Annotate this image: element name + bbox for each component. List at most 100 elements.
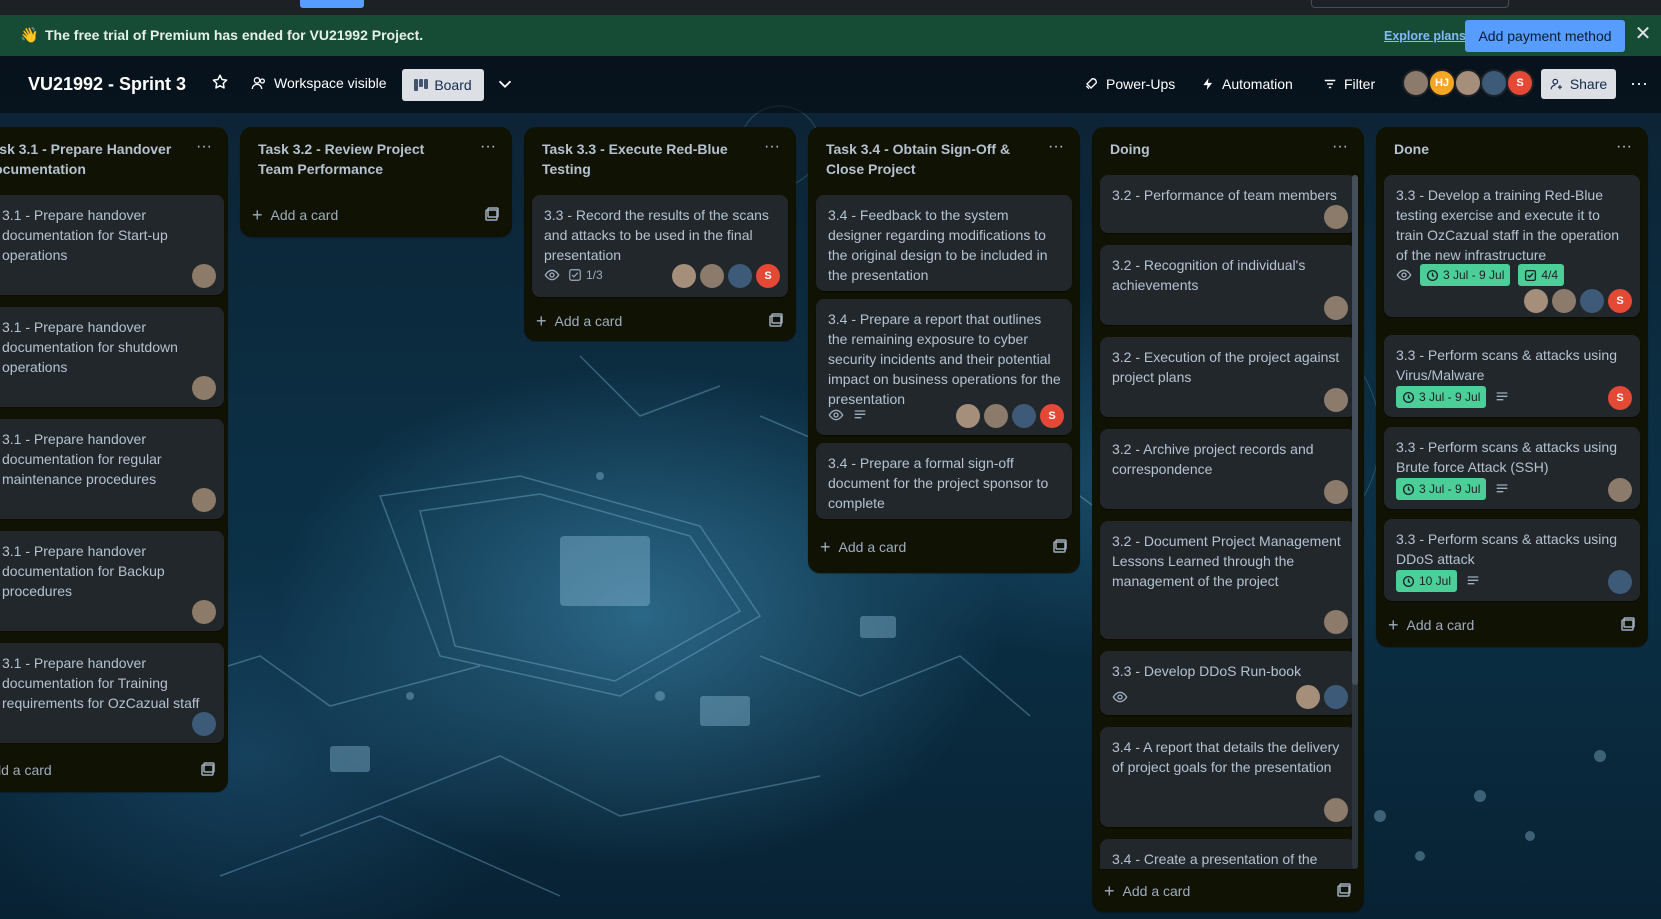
avatar[interactable]	[1324, 388, 1348, 412]
add-card-button[interactable]: Add a card	[0, 754, 52, 786]
avatar[interactable]	[1296, 685, 1320, 709]
list-item[interactable]: 3.4 - Feedback to the system designer re…	[816, 195, 1072, 291]
avatar[interactable]	[1324, 480, 1348, 504]
board-title[interactable]: VU21992 - Sprint 3	[28, 74, 186, 95]
share-button[interactable]: Share	[1541, 69, 1616, 99]
filter-button[interactable]: Filter	[1323, 68, 1375, 100]
more-icon[interactable]: ···	[760, 137, 784, 161]
list-item[interactable]: 3.2 - Performance of team members	[1100, 175, 1356, 233]
create-button[interactable]	[300, 0, 364, 8]
avatar[interactable]	[700, 264, 724, 288]
add-payment-method-button[interactable]: Add payment method	[1465, 20, 1625, 52]
list-title[interactable]: Task 3.1 - Prepare Handover Documentatio…	[0, 139, 184, 179]
more-icon[interactable]: ···	[476, 137, 500, 161]
list-item[interactable]: 3.3 - Record the results of the scans an…	[532, 195, 788, 297]
avatar[interactable]	[1454, 69, 1482, 97]
avatar[interactable]	[1324, 296, 1348, 320]
list-title[interactable]: Task 3.3 - Execute Red-Blue Testing	[542, 139, 742, 179]
avatar[interactable]: HJ	[1428, 69, 1456, 97]
list-title[interactable]: Done	[1394, 139, 1594, 159]
power-ups-button[interactable]: Power-Ups	[1083, 68, 1175, 100]
list-title[interactable]: Task 3.2 - Review Project Team Performan…	[258, 139, 458, 179]
more-icon[interactable]: ···	[1328, 137, 1352, 161]
list-item[interactable]: 3.1 - Prepare handover documentation for…	[0, 195, 224, 295]
list-item[interactable]: 3.4 - Prepare a report that outlines the…	[816, 299, 1072, 435]
list-item[interactable]: 3.3 - Perform scans & attacks using Brut…	[1384, 427, 1640, 509]
avatar[interactable]	[192, 488, 216, 512]
list-item[interactable]: 3.1 - Prepare handover documentation for…	[0, 419, 224, 519]
template-icon[interactable]	[768, 313, 784, 329]
due-date-badge[interactable]: 10 Jul	[1396, 570, 1458, 592]
list-title[interactable]: Doing	[1110, 139, 1310, 159]
avatar[interactable]: S	[1608, 386, 1632, 410]
avatar[interactable]	[1580, 289, 1604, 313]
list-item[interactable]: 3.1 - Prepare handover documentation for…	[0, 307, 224, 407]
list-item[interactable]: 3.4 - Create a presentation of the	[1100, 839, 1356, 869]
more-icon[interactable]: ···	[192, 137, 216, 161]
search-input[interactable]	[1311, 0, 1509, 8]
avatar[interactable]	[1608, 478, 1632, 502]
list-item[interactable]: 3.2 - Execution of the project against p…	[1100, 337, 1356, 417]
plus-icon: +	[536, 310, 547, 331]
avatar[interactable]	[672, 264, 696, 288]
avatar[interactable]: S	[1506, 69, 1534, 97]
list-scrollbar-thumb[interactable]	[1352, 175, 1358, 685]
avatar[interactable]: S	[1040, 404, 1064, 428]
template-icon[interactable]	[1336, 883, 1352, 899]
list-item[interactable]: 3.4 - Prepare a formal sign-off document…	[816, 443, 1072, 519]
avatar[interactable]	[192, 712, 216, 736]
explore-plans-link[interactable]: Explore plans	[1384, 29, 1466, 43]
avatar[interactable]	[1324, 610, 1348, 634]
avatar[interactable]	[1608, 570, 1632, 594]
list-item[interactable]: 3.1 - Prepare handover documentation for…	[0, 531, 224, 631]
star-icon[interactable]	[211, 73, 229, 91]
avatar[interactable]	[1324, 685, 1348, 709]
list-item[interactable]: 3.2 - Document Project Management Lesson…	[1100, 521, 1356, 639]
avatar[interactable]	[1402, 69, 1430, 97]
avatar[interactable]	[1480, 69, 1508, 97]
due-date-badge[interactable]: 3 Jul - 9 Jul	[1420, 264, 1511, 286]
list-item[interactable]: 3.3 - Perform scans & attacks using DDoS…	[1384, 519, 1640, 601]
due-date-badge[interactable]: 3 Jul - 9 Jul	[1396, 386, 1487, 408]
list-item[interactable]: 3.1 - Prepare handover documentation for…	[0, 643, 224, 743]
avatar[interactable]	[1012, 404, 1036, 428]
automation-button[interactable]: Automation	[1201, 68, 1293, 100]
list-item[interactable]: 3.3 - Develop a training Red-Blue testin…	[1384, 175, 1640, 317]
more-icon[interactable]: ···	[1612, 137, 1636, 161]
template-icon[interactable]	[1052, 539, 1068, 555]
list-item[interactable]: 3.3 - Develop DDoS Run-book	[1100, 651, 1356, 715]
list-item[interactable]: 3.4 - A report that details the delivery…	[1100, 727, 1356, 827]
add-card-button[interactable]: + Add a card	[820, 531, 906, 563]
avatar[interactable]	[728, 264, 752, 288]
template-icon[interactable]	[484, 207, 500, 223]
add-card-button[interactable]: + Add a card	[536, 305, 622, 337]
add-card-button[interactable]: + Add a card	[1388, 609, 1474, 641]
avatar[interactable]	[984, 404, 1008, 428]
more-icon[interactable]: ···	[1044, 137, 1068, 161]
list-item[interactable]: 3.2 - Recognition of individual's achiev…	[1100, 245, 1356, 325]
avatar[interactable]	[1524, 289, 1548, 313]
add-card-button[interactable]: + Add a card	[1104, 875, 1190, 907]
avatar[interactable]	[192, 376, 216, 400]
template-icon[interactable]	[1620, 617, 1636, 633]
avatar[interactable]	[1552, 289, 1576, 313]
avatar[interactable]	[1324, 798, 1348, 822]
board-view-button[interactable]: Board	[402, 69, 484, 101]
more-icon[interactable]: ···	[1626, 70, 1652, 96]
list-item[interactable]: 3.2 - Archive project records and corres…	[1100, 429, 1356, 509]
avatar[interactable]	[956, 404, 980, 428]
list-item[interactable]: 3.3 - Perform scans & attacks using Viru…	[1384, 335, 1640, 417]
visibility-button[interactable]: Workspace visible	[251, 68, 387, 98]
due-date-badge[interactable]: 3 Jul - 9 Jul	[1396, 478, 1487, 500]
avatar[interactable]: S	[756, 264, 780, 288]
add-card-button[interactable]: + Add a card	[252, 199, 338, 231]
list-title[interactable]: Task 3.4 - Obtain Sign-Off & Close Proje…	[826, 139, 1026, 179]
avatar[interactable]: S	[1608, 289, 1632, 313]
avatar[interactable]	[1324, 205, 1348, 229]
checklist-count: 4/4	[1541, 268, 1559, 282]
close-icon[interactable]: ✕	[1633, 24, 1653, 44]
avatar[interactable]	[192, 264, 216, 288]
template-icon[interactable]	[200, 762, 216, 778]
avatar[interactable]	[192, 600, 216, 624]
chevron-down-icon[interactable]	[494, 73, 516, 95]
